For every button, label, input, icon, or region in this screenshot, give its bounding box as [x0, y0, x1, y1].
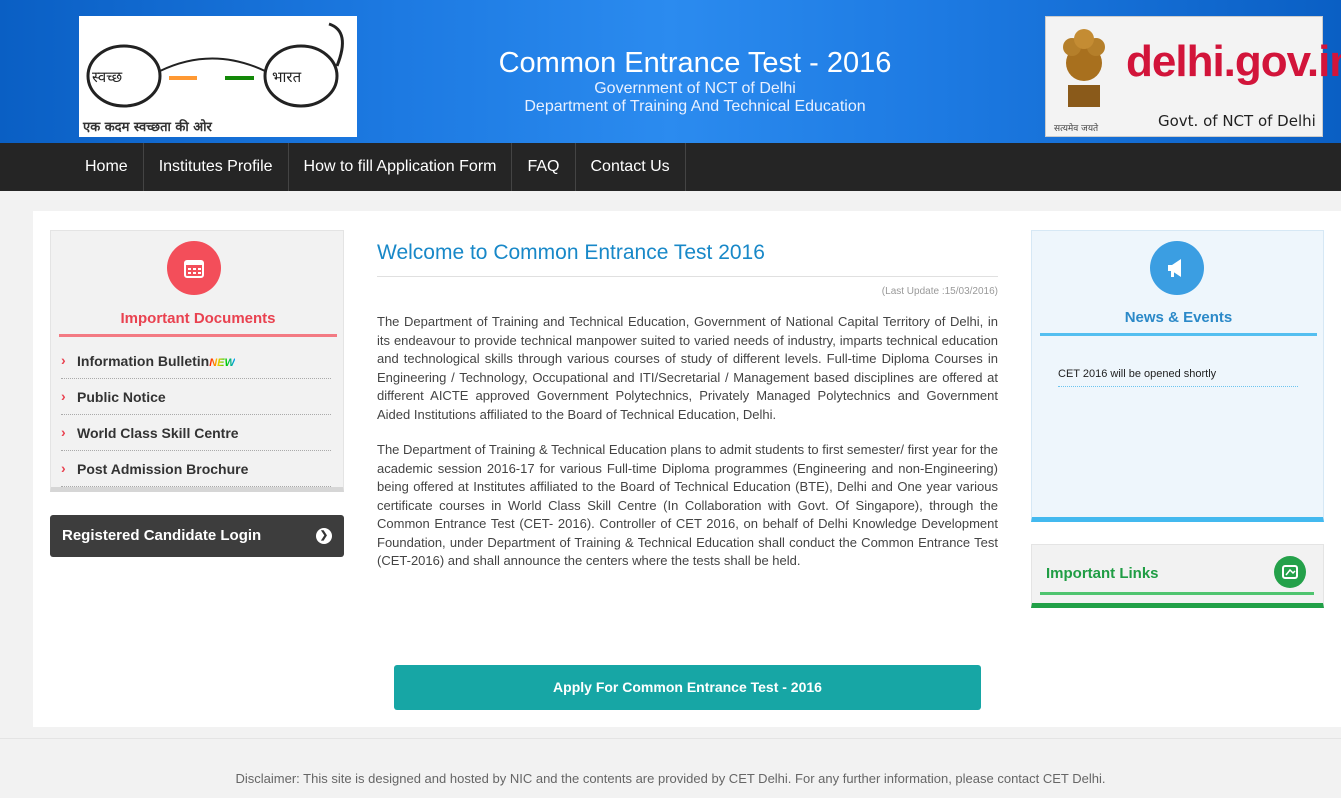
- nav-item-institutes-profile[interactable]: Institutes Profile: [144, 143, 289, 191]
- nav-item-application-form-help[interactable]: How to fill Application Form: [289, 143, 513, 191]
- doc-item-world-class-skill-centre[interactable]: › World Class Skill Centre: [61, 415, 331, 451]
- emblem-icon: [1063, 29, 1105, 107]
- main-nav: Home Institutes Profile How to fill Appl…: [0, 143, 1341, 191]
- swachh-bharat-logo: स्वच्छ भारत एक कदम स्वच्छता की ओर: [79, 16, 357, 137]
- link-icon: [1274, 556, 1306, 588]
- delhi-gov-site-name: delhi.gov.in: [1126, 37, 1341, 86]
- doc-item-post-admission-brochure[interactable]: › Post Admission Brochure: [61, 451, 331, 487]
- arrow-circle-right-icon: ❯: [316, 528, 332, 544]
- chevron-right-icon: ›: [61, 388, 66, 404]
- calendar-icon: [167, 241, 221, 295]
- header-subtitle-dept: Department of Training And Technical Edu…: [524, 98, 866, 115]
- important-links-title: Important Links: [1046, 565, 1159, 582]
- doc-item-label: World Class Skill Centre: [77, 425, 239, 441]
- doc-item-label: Post Admission Brochure: [77, 461, 249, 477]
- links-divider: [1040, 592, 1314, 595]
- page-title: Common Entrance Test - 2016: [498, 47, 892, 79]
- chevron-right-icon: ›: [61, 424, 66, 440]
- logo-tagline: एक कदम स्वच्छता की ओर: [83, 120, 212, 135]
- site-header: स्वच्छ भारत एक कदम स्वच्छता की ओर Common…: [0, 0, 1341, 143]
- documents-list: › Information BulletinNEW › Public Notice …: [61, 343, 331, 487]
- spectacles-icon: [86, 22, 344, 108]
- important-links-panel[interactable]: Important Links: [1031, 544, 1324, 608]
- doc-item-label: Information Bulletin: [77, 353, 210, 369]
- footer-divider: [0, 738, 1341, 739]
- doc-item-label: Public Notice: [77, 389, 166, 405]
- welcome-heading: Welcome to Common Entrance Test 2016: [377, 237, 998, 277]
- news-events-panel: News & Events CET 2016 will be opened sh…: [1031, 230, 1324, 522]
- nav-item-faq[interactable]: FAQ: [512, 143, 576, 191]
- news-title: News & Events: [1124, 309, 1233, 326]
- delhi-gov-caption: Govt. of NCT of Delhi: [1158, 112, 1316, 130]
- chevron-right-icon: ›: [61, 352, 66, 368]
- news-divider: [1040, 333, 1317, 336]
- megaphone-icon: [1150, 241, 1204, 295]
- chevron-right-icon: ›: [61, 460, 66, 476]
- login-label: Registered Candidate Login: [62, 527, 262, 544]
- documents-divider: [59, 334, 337, 337]
- news-item[interactable]: CET 2016 will be opened shortly: [1058, 368, 1298, 387]
- intro-paragraph: The Department of Training and Technical…: [377, 314, 998, 422]
- footer-disclaimer: Disclaimer: This site is designed and ho…: [235, 771, 1106, 786]
- important-documents-panel: Important Documents › Information Bulleti…: [50, 230, 344, 492]
- nav-item-home[interactable]: Home: [70, 143, 144, 191]
- last-update: (Last Update :15/03/2016): [881, 286, 998, 297]
- logo-word-bharat: भारत: [272, 68, 302, 86]
- doc-item-public-notice[interactable]: › Public Notice: [61, 379, 331, 415]
- logo-word-swachh: स्वच्छ: [92, 68, 123, 86]
- header-subtitle-govt: Government of NCT of Delhi: [594, 80, 796, 97]
- nav-item-contact-us[interactable]: Contact Us: [576, 143, 686, 191]
- documents-title: Important Documents: [120, 310, 276, 327]
- doc-item-information-bulletin[interactable]: › Information BulletinNEW: [61, 343, 331, 379]
- delhi-gov-logo[interactable]: delhi.gov.in सत्यमेव जयते Govt. of NCT o…: [1045, 16, 1341, 137]
- tricolor-dash: [169, 76, 254, 80]
- registered-candidate-login-button[interactable]: Registered Candidate Login ❯: [50, 515, 344, 557]
- main-article: Welcome to Common Entrance Test 2016 (La…: [377, 237, 998, 571]
- admission-paragraph: The Department of Training & Technical E…: [377, 442, 998, 568]
- emblem-motto: सत्यमेव जयते: [1054, 124, 1099, 134]
- new-badge: NEW: [209, 357, 235, 369]
- apply-cet-button[interactable]: Apply For Common Entrance Test - 2016: [394, 665, 981, 710]
- header-title-block: Common Entrance Test - 2016 Government o…: [450, 46, 940, 116]
